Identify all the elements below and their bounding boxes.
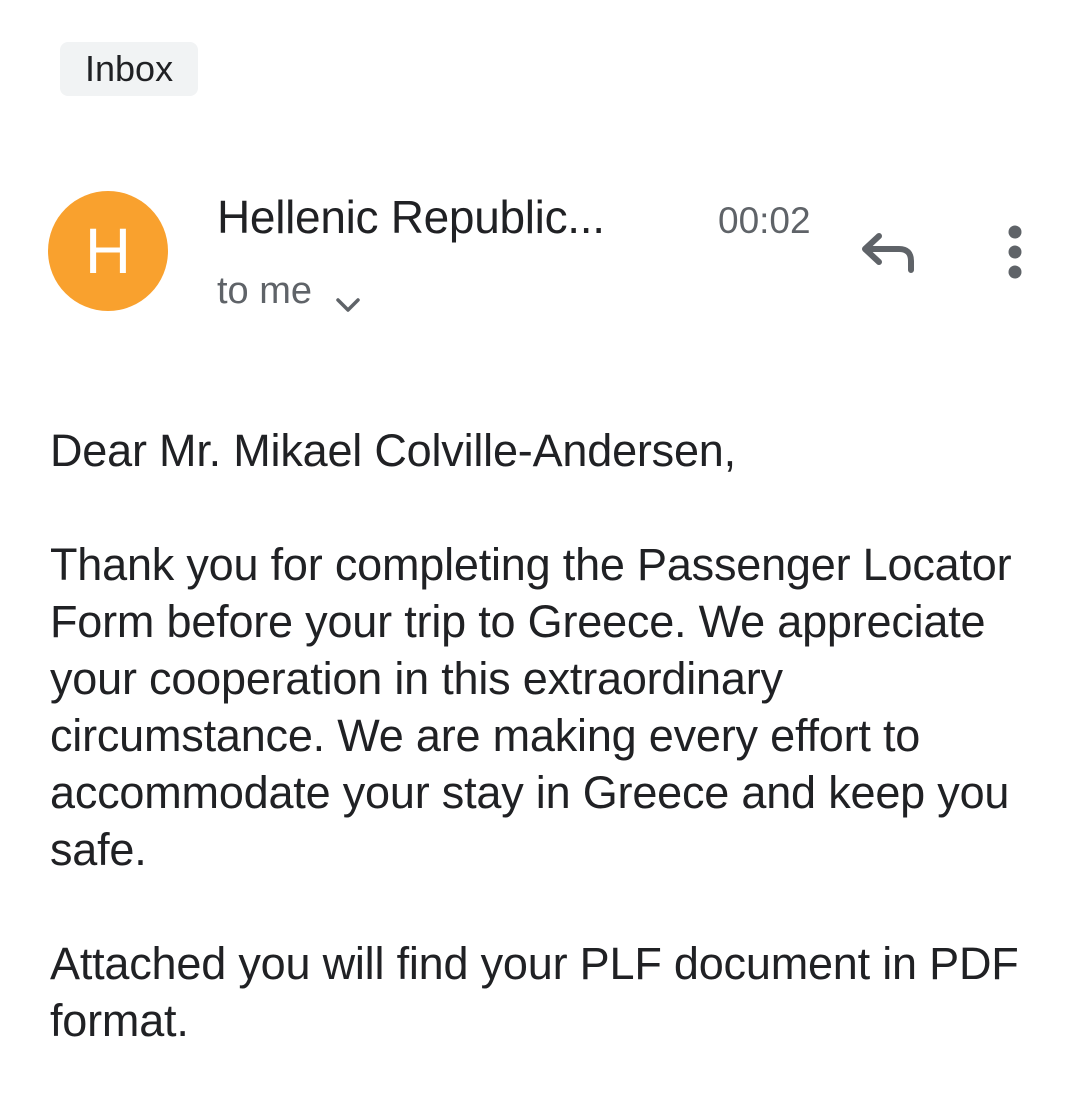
email-paragraph: Thank you for completing the Passenger L… xyxy=(50,539,1012,875)
chevron-down-icon xyxy=(334,282,362,312)
email-body: Dear Mr. Mikael Colville-Andersen, Thank… xyxy=(50,422,1040,1106)
more-options-button[interactable] xyxy=(990,222,1040,282)
more-vert-icon xyxy=(1008,225,1022,279)
email-subject-cutoff xyxy=(50,0,610,8)
reply-icon xyxy=(862,233,914,273)
sender-avatar[interactable]: H xyxy=(48,191,168,311)
email-paragraph: Attached you will find your PLF document… xyxy=(50,938,1019,1046)
inbox-label-chip[interactable]: Inbox xyxy=(60,42,199,96)
reply-button[interactable] xyxy=(855,222,925,282)
email-greeting: Dear Mr. Mikael Colville-Andersen, xyxy=(50,425,736,476)
recipient-label: to me xyxy=(217,270,313,312)
recipient-details-toggle[interactable]: to me xyxy=(217,270,362,313)
email-time: 00:02 xyxy=(718,200,811,241)
sender-name[interactable]: Hellenic Republic... xyxy=(217,190,605,244)
